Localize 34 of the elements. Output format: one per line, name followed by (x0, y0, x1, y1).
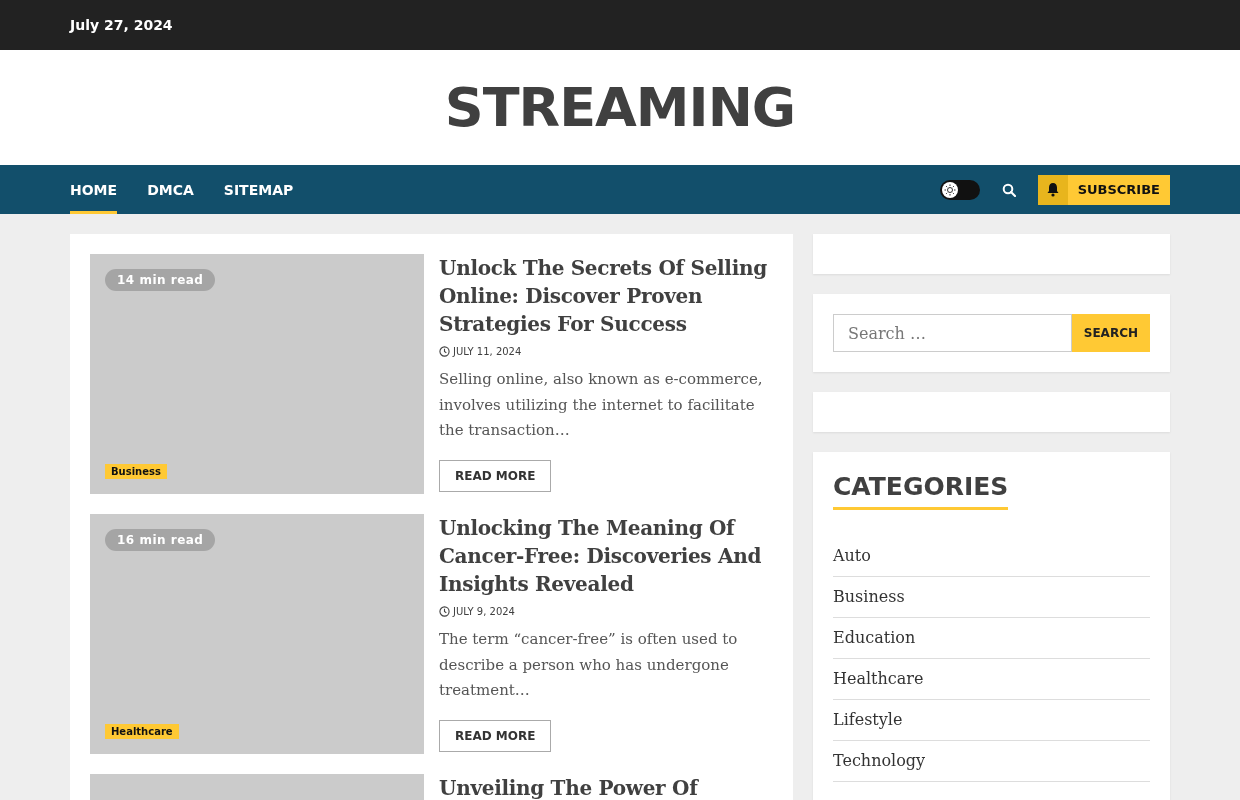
bell-icon (1045, 182, 1060, 197)
read-time-badge: 14 min read (105, 269, 216, 291)
read-time-badge: 16 min read (105, 529, 216, 551)
clock-icon (439, 346, 450, 357)
article-date: JULY 11, 2024 (453, 346, 522, 357)
search-button[interactable]: SEARCH (1071, 314, 1150, 352)
sun-icon (941, 181, 958, 198)
theme-toggle[interactable] (939, 179, 980, 200)
category-link[interactable]: Lifestyle (833, 700, 1150, 741)
category-tag[interactable]: Healthcare (105, 724, 179, 739)
category-link[interactable]: Healthcare (833, 659, 1150, 700)
nav-link[interactable]: HOME (70, 165, 118, 214)
nav-link[interactable]: DMCA (147, 165, 194, 214)
nav-link[interactable]: SITEMAP (223, 165, 294, 214)
category-link[interactable]: Auto (833, 536, 1150, 577)
widget-title: CATEGORIES (833, 472, 1009, 510)
subscribe-button[interactable]: SUBSCRIBE (1037, 174, 1170, 205)
article-excerpt: Selling online, also known as e-commerce, involves utilizing the internet to facilitate the transaction… (439, 369, 764, 441)
category-link[interactable]: Business (833, 577, 1150, 618)
date: July 27, 2024 (70, 17, 173, 33)
clock-icon (439, 606, 450, 617)
read-more-button[interactable]: READ MORE (439, 459, 552, 492)
article-title[interactable]: Unlock The Secrets Of Selling Online: Discover Proven Strategies For Success (439, 254, 773, 338)
article-excerpt: The term “cancer-free” is often used to describe a person who has undergone treatment… (439, 629, 739, 701)
article-title[interactable]: Unveiling The Power Of (439, 774, 698, 800)
search-field[interactable]: Search … (833, 314, 1072, 352)
read-more-button[interactable]: READ MORE (439, 719, 552, 752)
search-icon[interactable] (1001, 182, 1016, 197)
site-title: STREAMING (444, 76, 796, 139)
category-tag[interactable]: Business (105, 464, 167, 479)
article-title[interactable]: Unlocking The Meaning Of Cancer-Free: Discoveries And Insights Revealed (439, 514, 773, 598)
article-date: JULY 9, 2024 (453, 606, 515, 617)
category-link[interactable]: Technology (833, 741, 1150, 782)
category-link[interactable]: Education (833, 618, 1150, 659)
